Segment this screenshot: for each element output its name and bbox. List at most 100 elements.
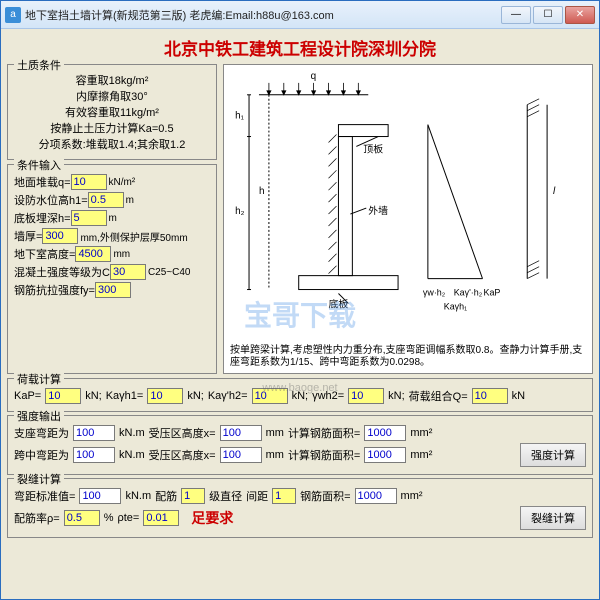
h1-unit: m [126, 195, 134, 206]
sp-input[interactable] [272, 488, 296, 504]
maximize-button[interactable]: ☐ [533, 6, 563, 24]
crack-result: 足要求 [183, 508, 241, 528]
bar-unit: 级直径 [209, 488, 242, 504]
strength-calc-button[interactable]: 强度计算 [520, 443, 586, 467]
x2-output[interactable] [220, 447, 262, 463]
kagh2-label: Kaγ'h2= [208, 390, 248, 402]
titlebar: a 地下室挡土墙计算(新规范第三版) 老虎编:Email:h88u@163.co… [1, 1, 599, 29]
kagh2-unit: kN; [292, 390, 309, 402]
a2-unit: mm² [410, 449, 432, 461]
svg-text:Kaγh₁: Kaγh₁ [444, 301, 467, 311]
x1-output[interactable] [220, 425, 262, 441]
x1-unit: mm [266, 427, 284, 439]
q-unit: kN/m² [109, 177, 136, 188]
fy-label: 钢筋抗拉强度fy= [14, 282, 95, 298]
soil-group-title: 土质条件 [14, 57, 64, 73]
svg-text:顶板: 顶板 [363, 142, 383, 155]
kagh1-unit: kN; [187, 390, 204, 402]
m1-unit: kN.m [119, 427, 145, 439]
as-output[interactable] [355, 488, 397, 504]
as-unit: mm² [401, 490, 423, 502]
load-group: 荷载计算 KaP=kN; Kaγh1=kN; Kaγ'h2=kN; γwh2=k… [7, 378, 593, 412]
diagram-panel: q [223, 64, 593, 374]
wt-unit: mm,外侧保护层厚50mm [80, 229, 187, 244]
x1-label: 受压区高度x= [149, 425, 216, 441]
strength-group: 强度输出 支座弯距为kN.m 受压区高度x=mm 计算钢筋面积=mm² 跨中弯距… [7, 415, 593, 475]
q-label: 地面堆载q= [14, 174, 71, 190]
soil-line: 容重取18kg/m² [14, 73, 210, 89]
h-label: 底板埋深h= [14, 210, 71, 226]
a2-label: 计算钢筋面积= [288, 447, 360, 463]
svg-text:Kaγ'·h₂: Kaγ'·h₂ [454, 288, 483, 298]
m1-label: 支座弯距为 [14, 425, 69, 441]
kagh1-label: Kaγh1= [106, 390, 144, 402]
window-title: 地下室挡土墙计算(新规范第三版) 老虎编:Email:h88u@163.com [25, 7, 499, 23]
as-label: 钢筋面积= [300, 488, 350, 504]
kap-unit: kN; [85, 390, 102, 402]
a2-output[interactable] [364, 447, 406, 463]
kagh1-output[interactable] [147, 388, 183, 404]
minimize-button[interactable]: — [501, 6, 531, 24]
crack-group: 裂缝计算 弯距标准值=kN.m 配筋级直径 间距 钢筋面积=mm² 配筋率ρ=%… [7, 478, 593, 538]
svg-text:h: h [259, 186, 265, 197]
rho-input[interactable] [64, 510, 100, 526]
gwh2-output[interactable] [348, 388, 384, 404]
rho-unit: % [104, 512, 114, 524]
app-icon: a [5, 7, 21, 23]
svg-text:γw·h₂: γw·h₂ [423, 288, 446, 298]
hr-label: 地下室高度= [14, 246, 75, 262]
conc-input[interactable] [110, 264, 146, 280]
rho-label: 配筋率ρ= [14, 510, 60, 526]
gwh2-label: γwh2= [312, 390, 344, 402]
input-group: 条件输入 地面堆载q=kN/m² 设防水位高h1=m 底板埋深h=m 墙厚=mm… [7, 164, 217, 374]
svg-text:l: l [553, 186, 556, 197]
conc-label: 混凝土强度等级为C [14, 264, 110, 280]
svg-text:外墙: 外墙 [368, 204, 388, 217]
bar-input[interactable] [181, 488, 205, 504]
h-input[interactable] [71, 210, 107, 226]
sp-label: 间距 [246, 488, 268, 504]
kagh2-output[interactable] [252, 388, 288, 404]
hr-input[interactable] [75, 246, 111, 262]
kap-output[interactable] [45, 388, 81, 404]
soil-line: 内摩擦角取30° [14, 89, 210, 105]
pte-input[interactable] [143, 510, 179, 526]
q-input[interactable] [71, 174, 107, 190]
page-title: 北京中铁工建筑工程设计院深圳分院 [7, 33, 593, 64]
svg-text:底板: 底板 [329, 297, 349, 310]
x2-unit: mm [266, 449, 284, 461]
soil-line: 有效容重取11kg/m² [14, 105, 210, 121]
wt-label: 墙厚= [14, 228, 42, 244]
a1-unit: mm² [410, 427, 432, 439]
conc-unit: C25~C40 [148, 267, 191, 278]
svg-text:KaP: KaP [484, 288, 501, 298]
m2-output[interactable] [73, 447, 115, 463]
strength-title: 强度输出 [14, 408, 64, 424]
crack-title: 裂缝计算 [14, 471, 64, 487]
crack-calc-button[interactable]: 裂缝计算 [520, 506, 586, 530]
soil-line: 按静止土压力计算Ka=0.5 [14, 121, 210, 137]
fy-input[interactable] [95, 282, 131, 298]
ms-output[interactable] [79, 488, 121, 504]
a1-output[interactable] [364, 425, 406, 441]
soil-line: 分项系数:堆载取1.4;其余取1.2 [14, 137, 210, 153]
input-group-title: 条件输入 [14, 157, 64, 173]
m2-label: 跨中弯距为 [14, 447, 69, 463]
ms-unit: kN.m [125, 490, 151, 502]
x2-label: 受压区高度x= [149, 447, 216, 463]
wall-diagram: q [224, 65, 592, 373]
hr-unit: mm [113, 249, 130, 260]
m1-output[interactable] [73, 425, 115, 441]
h-unit: m [109, 213, 117, 224]
gwh2-unit: kN; [388, 390, 405, 402]
pte-label: ρte= [117, 512, 139, 524]
h1-input[interactable] [88, 192, 124, 208]
ms-label: 弯距标准值= [14, 488, 75, 504]
svg-text:q: q [311, 71, 317, 82]
wt-input[interactable] [42, 228, 78, 244]
a1-label: 计算钢筋面积= [288, 425, 360, 441]
comb-output[interactable] [472, 388, 508, 404]
close-button[interactable]: ✕ [565, 6, 595, 24]
svg-text:h₂: h₂ [235, 206, 245, 217]
h1-label: 设防水位高h1= [14, 192, 88, 208]
